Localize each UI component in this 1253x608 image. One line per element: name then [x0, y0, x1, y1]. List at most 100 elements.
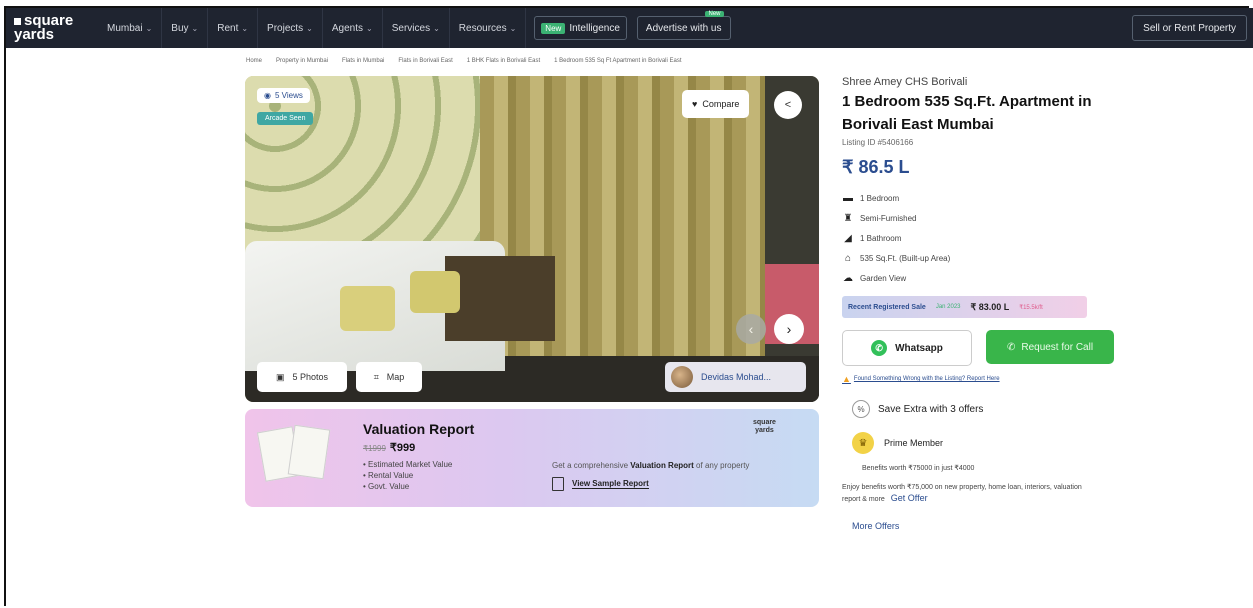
next-photo-button[interactable]: ›: [774, 314, 804, 344]
bath-icon: ◢: [844, 232, 852, 244]
chevron-down-icon: ⌄: [241, 23, 249, 33]
chevron-down-icon: ⌄: [366, 23, 373, 33]
recent-sale-label: Recent Registered Sale: [848, 303, 926, 311]
feature-bedroom: ▬ 1 Bedroom: [842, 188, 1142, 208]
listing-id: Listing ID #5406166: [842, 138, 914, 147]
advertise-button[interactable]: New Advertise with us: [636, 11, 731, 40]
warning-icon: ▲: [842, 374, 851, 384]
valuation-description: Get a comprehensive Valuation Report of …: [552, 461, 749, 470]
views-count: 5 Views: [274, 91, 303, 100]
intelligence-button[interactable]: New Intelligence: [534, 16, 627, 40]
valuation-report-banner[interactable]: Valuation Report ₹1999 ₹999 Estimated Ma…: [245, 409, 819, 507]
list-item: Estimated Market Value: [363, 459, 452, 470]
feature-view: ☁ Garden View: [842, 268, 1142, 288]
nav-resources[interactable]: Resources ⌄: [450, 8, 527, 48]
nav-city[interactable]: Mumbai ⌄: [98, 8, 163, 48]
chevron-down-icon: ⌄: [306, 23, 313, 33]
valuation-bullets: Estimated Market Value Rental Value Govt…: [363, 459, 452, 492]
chevron-right-icon: ›: [786, 321, 792, 337]
get-offer-link[interactable]: Get Offer: [891, 493, 928, 503]
whatsapp-button[interactable]: ✆ Whatsapp: [842, 330, 972, 366]
brand-logo: square yards: [753, 419, 776, 435]
views-badge: ◉ 5 Views: [257, 88, 310, 103]
breadcrumb: Home Property in Mumbai Flats in Mumbai …: [246, 58, 682, 64]
photo-wooden-chair: [445, 256, 555, 341]
breadcrumb-item: 1 Bedroom 535 Sq Ft Apartment in Borival…: [554, 58, 682, 64]
sell-rent-button[interactable]: Sell or Rent Property: [1132, 15, 1247, 41]
main-nav: Mumbai ⌄ Buy ⌄ Rent ⌄ Projects ⌄ Agents ⌄ Ser…: [98, 8, 527, 48]
chevron-down-icon: ⌄: [509, 23, 517, 33]
offer-description: Enjoy benefits worth ₹75,000 on new prop…: [842, 482, 1092, 505]
chevron-down-icon: ⌄: [145, 23, 153, 33]
pdf-icon: [552, 477, 564, 491]
save-extra-offers[interactable]: % Save Extra with 3 offers: [842, 400, 1142, 418]
area-icon: ⌂: [844, 252, 852, 264]
garden-icon: ☁: [843, 272, 853, 284]
photo-cushion: [410, 271, 460, 313]
listing-price: ₹ 86.5 L: [842, 157, 910, 177]
nav-agents[interactable]: Agents ⌄: [323, 8, 383, 48]
feature-bathroom: ◢ 1 Bathroom: [842, 228, 1142, 248]
desc-text: of any property: [693, 461, 750, 470]
nav-label: Projects: [267, 22, 304, 34]
map-button[interactable]: ⌗ Map: [356, 362, 422, 392]
nav-buy[interactable]: Buy ⌄: [162, 8, 209, 48]
feature-list: ▬ 1 Bedroom ♜ Semi-Furnished ◢ 1 Bathroom ⌂…: [842, 188, 1142, 288]
breadcrumb-item[interactable]: Flats in Borivali East: [398, 58, 452, 64]
chevron-down-icon: ⌄: [191, 23, 199, 33]
feature-label: 535 Sq.Ft. (Built-up Area): [860, 253, 951, 263]
enjoy-text: Enjoy benefits worth ₹75,000 on new prop…: [842, 484, 1082, 503]
sample-link-label: View Sample Report: [572, 479, 649, 489]
request-call-button[interactable]: ✆ Request for Call: [986, 330, 1114, 364]
new-badge: New: [541, 22, 566, 34]
brand-line: square: [753, 419, 776, 426]
more-offers-link[interactable]: More Offers: [842, 521, 1142, 531]
nav-projects[interactable]: Projects ⌄: [258, 8, 323, 48]
top-navbar: square yards Mumbai ⌄ Buy ⌄ Rent ⌄ Projects…: [6, 8, 1253, 48]
list-item: Govt. Value: [363, 481, 452, 492]
whatsapp-label: Whatsapp: [895, 342, 943, 354]
breadcrumb-item[interactable]: Flats in Mumbai: [342, 58, 384, 64]
photos-button[interactable]: ▣ 5 Photos: [257, 362, 347, 392]
nav-label: Mumbai: [107, 22, 143, 34]
agent-button[interactable]: Devidas Mohad...: [665, 362, 806, 392]
save-extra-label: Save Extra with 3 offers: [878, 403, 984, 415]
compare-button[interactable]: ♥ Compare: [682, 90, 750, 118]
brand-line: yards: [755, 427, 774, 434]
nav-label: Rent: [217, 22, 239, 34]
photos-label: 5 Photos: [292, 372, 329, 382]
logo-square-icon: [14, 17, 21, 25]
document-icon: [287, 424, 331, 480]
breadcrumb-item[interactable]: Home: [246, 58, 262, 64]
project-name[interactable]: Shree Amey CHS Borivali: [842, 76, 1142, 88]
whatsapp-icon: ✆: [871, 340, 888, 356]
breadcrumb-item[interactable]: 1 BHK Flats in Borivali East: [467, 58, 540, 64]
property-photo-gallery[interactable]: ◉ 5 Views Arcade Seen ♥ Compare < ‹ › ▣ …: [245, 76, 819, 402]
share-icon: <: [784, 99, 792, 111]
prime-member[interactable]: ♛ Prime Member: [842, 432, 1142, 454]
chevron-down-icon: ⌄: [433, 23, 440, 33]
old-price: ₹1999: [363, 444, 386, 453]
desc-text: Get a comprehensive: [552, 461, 631, 470]
listing-title: 1 Bedroom 535 Sq.Ft. Apartment in Boriva…: [842, 93, 1092, 133]
report-wrong-label: Found Something Wrong with the Listing? …: [853, 376, 1000, 382]
camera-icon: ▣: [275, 371, 285, 382]
site-logo[interactable]: square yards: [6, 13, 88, 42]
feature-label: 1 Bathroom: [860, 233, 902, 243]
nav-services[interactable]: Services ⌄: [383, 8, 450, 48]
share-button[interactable]: <: [774, 91, 802, 119]
breadcrumb-item[interactable]: Property in Mumbai: [276, 58, 328, 64]
previous-photo-button[interactable]: ‹: [736, 314, 766, 344]
recent-registered-sale[interactable]: Recent Registered Sale Jan 2023 ₹ 83.00 …: [842, 296, 1087, 318]
report-wrong-link[interactable]: ▲ Found Something Wrong with the Listing…: [842, 374, 1142, 384]
phone-icon: ✆: [1006, 341, 1016, 353]
feature-label: 1 Bedroom: [860, 193, 900, 203]
view-sample-report-link[interactable]: View Sample Report: [552, 477, 649, 491]
photo-cushion: [340, 286, 395, 331]
map-label: Map: [386, 372, 405, 382]
photo-dark-area: [765, 76, 819, 402]
nav-rent[interactable]: Rent ⌄: [208, 8, 259, 48]
bed-icon: ▬: [843, 192, 853, 204]
report-illustration: [256, 423, 333, 485]
feature-area: ⌂ 535 Sq.Ft. (Built-up Area): [842, 248, 1142, 268]
